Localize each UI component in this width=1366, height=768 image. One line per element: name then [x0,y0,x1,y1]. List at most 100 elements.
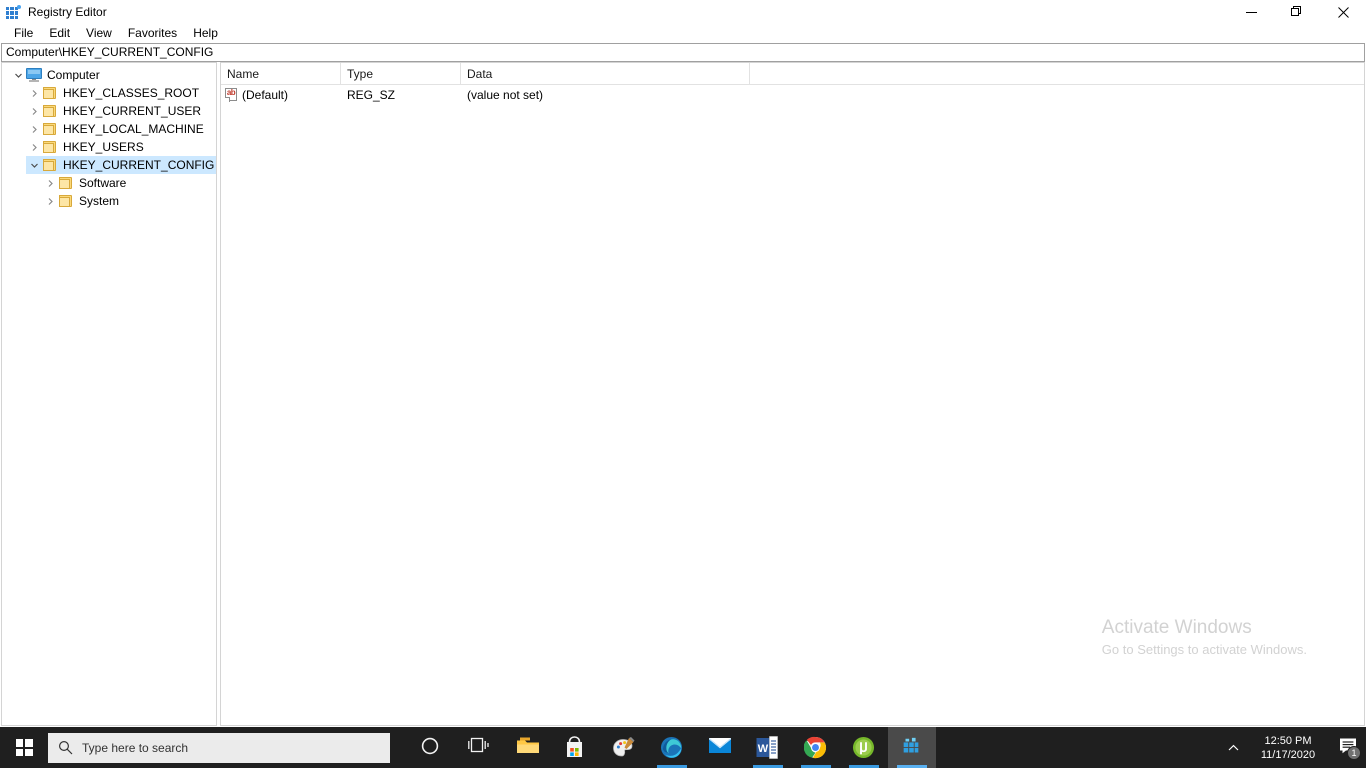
maximize-restore-button[interactable] [1274,0,1320,24]
list-body[interactable]: ab (Default) REG_SZ (value not set) [221,85,1364,725]
taskbar-item-cortana[interactable] [408,727,456,768]
address-bar-container: Computer\HKEY_CURRENT_CONFIG [0,43,1366,62]
svg-text:W: W [758,743,769,755]
tree-node-label: System [79,194,120,208]
show-hidden-icons-chevron[interactable] [1220,727,1246,768]
tree-node-hkey-current-config[interactable]: HKEY_CURRENT_CONFIG [2,156,216,174]
taskbar-item-chrome[interactable] [792,727,840,768]
taskbar-item-utorrent[interactable] [840,727,888,768]
clock-time: 12:50 PM [1264,734,1312,747]
taskbar-item-word[interactable]: W [744,727,792,768]
edge-icon [660,736,684,760]
start-button[interactable] [0,727,48,768]
column-header-filler [750,63,1364,85]
tree-node-label: HKEY_CURRENT_CONFIG [63,158,215,172]
value-name-text: (Default) [242,88,289,102]
taskbar-item-mail[interactable] [696,727,744,768]
tree-node-label: HKEY_CURRENT_USER [63,104,202,118]
chevron-right-icon[interactable] [26,84,42,102]
menu-item-edit[interactable]: Edit [41,24,78,43]
value-data-cell: (value not set) [467,88,544,102]
value-name-cell: ab (Default) [221,85,341,105]
tree-node-computer[interactable]: Computer [2,66,216,84]
column-header-type[interactable]: Type [341,63,461,85]
clock[interactable]: 12:50 PM 11/17/2020 [1246,727,1330,768]
file-explorer-icon [516,736,540,760]
table-row[interactable]: ab (Default) REG_SZ (value not set) [221,85,1364,105]
string-value-icon: ab [225,88,239,102]
chrome-icon [803,736,828,760]
window-controls [1228,0,1366,24]
taskbar-item-registry-editor[interactable] [888,727,936,768]
chevron-right-icon[interactable] [42,174,58,192]
cortana-circle-icon [420,736,444,760]
menu-item-help[interactable]: Help [185,24,226,43]
tree-node-label: Computer [47,68,100,82]
tree-node-hkey-current-user[interactable]: HKEY_CURRENT_USER [2,102,216,120]
chevron-right-icon[interactable] [42,192,58,210]
chevron-right-icon[interactable] [26,120,42,138]
registry-icon [900,736,924,760]
tree-node-system[interactable]: System [2,192,216,210]
taskbar-item-task-view[interactable] [456,727,504,768]
column-header-data[interactable]: Data [461,63,750,85]
folder-icon [42,138,59,156]
windows-logo-icon [15,739,33,756]
registry-icon [5,4,21,20]
clock-date: 11/17/2020 [1260,748,1316,761]
tree-node-label: Software [79,176,127,190]
task-view-icon [468,736,492,760]
registry-editor-window: Registry Editor File Edit View Favorites… [0,0,1366,727]
menu-item-file[interactable]: File [6,24,41,43]
tree-node-label: HKEY_LOCAL_MACHINE [63,122,204,136]
column-header-name[interactable]: Name [221,63,341,85]
registry-tree[interactable]: Computer HKEY_CLASSES_ROOT HKEY_CURRENT_… [1,62,217,726]
folder-icon [58,192,75,210]
chevron-down-icon[interactable] [10,66,26,84]
monitor-icon [26,66,43,84]
list-column-headers: Name Type Data [221,63,1364,85]
folder-icon [42,156,59,174]
folder-icon [42,84,59,102]
title-bar[interactable]: Registry Editor [0,0,1366,24]
folder-icon [42,102,59,120]
microsoft-store-icon [564,735,588,760]
tree-node-hkey-classes-root[interactable]: HKEY_CLASSES_ROOT [2,84,216,102]
utorrent-icon [852,736,876,760]
tree-node-label: HKEY_USERS [63,140,144,154]
chevron-down-icon[interactable] [26,156,42,174]
tree-node-hkey-local-machine[interactable]: HKEY_LOCAL_MACHINE [2,120,216,138]
registry-values-list[interactable]: Name Type Data ab (Default) REG_SZ (valu… [220,62,1365,726]
search-input[interactable]: Type here to search [48,732,390,763]
taskbar-item-microsoft-edge[interactable] [648,727,696,768]
menu-item-view[interactable]: View [78,24,120,43]
notification-count-badge: 1 [1347,746,1361,760]
tree-node-software[interactable]: Software [2,174,216,192]
menu-item-favorites[interactable]: Favorites [120,24,185,43]
close-button[interactable] [1320,0,1366,24]
paint-icon [612,736,636,760]
minimize-button[interactable] [1228,0,1274,24]
window-body: Computer HKEY_CLASSES_ROOT HKEY_CURRENT_… [0,62,1366,727]
tree-node-label: HKEY_CLASSES_ROOT [63,86,200,100]
taskbar-app-icons: W [408,727,936,768]
tree-node-hkey-users[interactable]: HKEY_USERS [2,138,216,156]
search-placeholder: Type here to search [82,740,189,755]
word-icon: W [756,735,780,760]
folder-icon [42,120,59,138]
menu-bar: File Edit View Favorites Help [0,24,1366,43]
taskbar: Type here to search W 12:50 PM 11/17/202… [0,727,1366,768]
chevron-right-icon[interactable] [26,138,42,156]
address-input[interactable]: Computer\HKEY_CURRENT_CONFIG [1,43,1365,62]
folder-icon [58,174,75,192]
action-center-button[interactable]: 1 [1330,727,1366,768]
search-icon [48,740,82,755]
window-title: Registry Editor [28,5,107,19]
chevron-right-icon[interactable] [26,102,42,120]
value-type-cell: REG_SZ [347,88,396,102]
taskbar-item-paint[interactable] [600,727,648,768]
taskbar-item-file-explorer[interactable] [504,727,552,768]
system-tray: 12:50 PM 11/17/2020 1 [1220,727,1366,768]
taskbar-item-microsoft-store[interactable] [552,727,600,768]
mail-icon [708,736,732,760]
